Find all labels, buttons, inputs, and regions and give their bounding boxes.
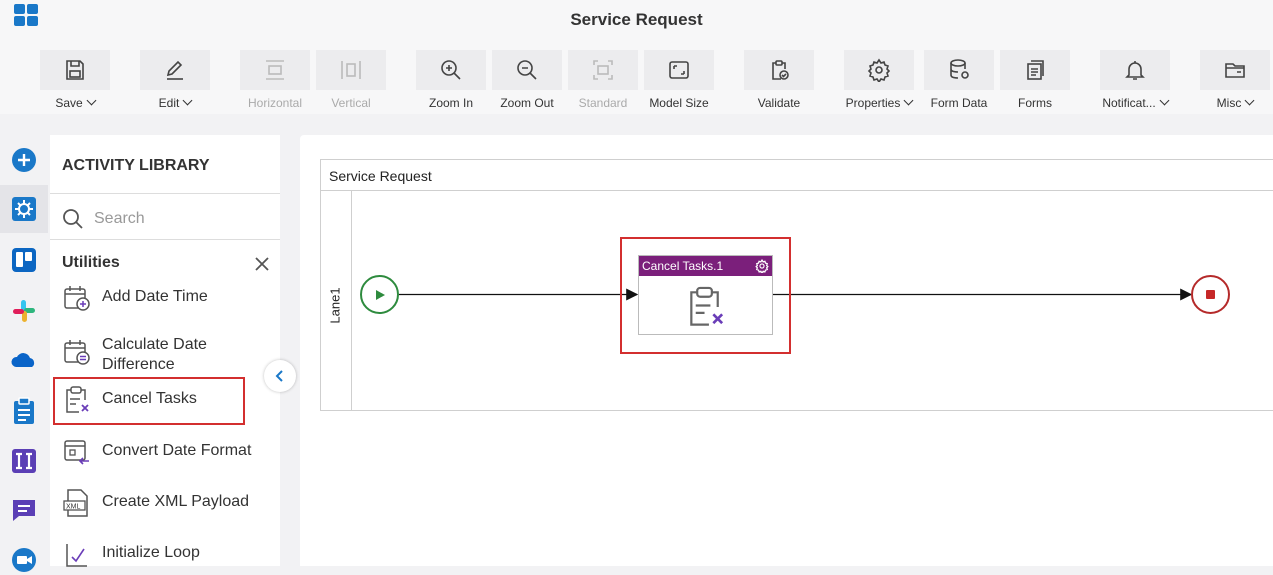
misc-button[interactable]: Misc: [1200, 50, 1270, 112]
chevron-down-icon: [903, 95, 914, 106]
close-icon[interactable]: [254, 256, 270, 272]
database-icon: [950, 59, 969, 79]
calendar-add-icon: [64, 286, 90, 311]
divider: [50, 193, 280, 194]
model-size-button[interactable]: Model Size: [644, 50, 714, 112]
horizontal-button[interactable]: Horizontal: [240, 50, 310, 112]
chevron-down-icon: [86, 95, 97, 106]
slack-icon[interactable]: [9, 296, 39, 326]
process-builder-icon[interactable]: [9, 194, 39, 224]
zoom-in-icon: [441, 60, 461, 80]
lane-label: Lane1: [327, 286, 343, 324]
chevron-down-icon: [1244, 95, 1255, 106]
cancel-tasks-activity[interactable]: Cancel Tasks.1: [638, 255, 773, 335]
horizontal-layout-icon: [266, 60, 284, 80]
form-data-label: Form Data: [930, 96, 988, 110]
collapse-panel-button[interactable]: [264, 360, 296, 392]
save-icon: [66, 60, 84, 80]
onedrive-icon[interactable]: [9, 345, 39, 375]
gear-icon: [867, 58, 891, 82]
integration-icon[interactable]: [9, 446, 39, 476]
clipboard-app-icon[interactable]: [9, 396, 39, 426]
properties-button[interactable]: Properties: [844, 50, 914, 112]
library-item-label: Create XML Payload: [102, 493, 250, 510]
bell-icon: [1125, 61, 1145, 80]
save-label: Save: [55, 96, 83, 110]
edit-button[interactable]: Edit: [140, 50, 210, 112]
toolbar: Save Edit Horizontal Vertical Zoom In Zo…: [0, 40, 1273, 114]
fit-screen-icon: [669, 61, 689, 79]
search-icon: [62, 208, 84, 235]
model-size-label: Model Size: [649, 96, 709, 110]
zoom-out-button[interactable]: Zoom Out: [492, 50, 562, 112]
zoom-out-label: Zoom Out: [500, 96, 554, 110]
folder-icon: [1225, 63, 1245, 78]
add-icon[interactable]: [9, 145, 39, 175]
zoom-out-icon: [517, 60, 537, 80]
library-item-label: Convert Date Format: [102, 442, 252, 459]
start-event[interactable]: [360, 275, 399, 314]
properties-label: Properties: [845, 96, 901, 110]
zoom-in-button[interactable]: Zoom In: [416, 50, 486, 112]
lane-divider: [351, 190, 352, 410]
library-item-create-xml-payload[interactable]: XML Create XML Payload: [50, 488, 280, 518]
xml-file-icon: XML: [63, 489, 88, 517]
stop-icon: [1206, 290, 1215, 299]
forms-icon: [1027, 60, 1044, 80]
standard-size-icon: [593, 60, 613, 80]
chat-icon[interactable]: [9, 495, 39, 525]
end-event[interactable]: [1191, 275, 1230, 314]
svg-text:XML: XML: [66, 504, 81, 511]
loop-icon: [66, 544, 87, 567]
notifications-button[interactable]: Notificat...: [1100, 50, 1170, 112]
forms-button[interactable]: Forms: [1000, 50, 1070, 112]
library-item-label: Initialize Loop: [102, 544, 200, 561]
play-icon: [375, 289, 385, 300]
library-item-label: Add Date Time: [102, 288, 208, 305]
pool-title: Service Request: [329, 168, 432, 184]
pool[interactable]: Service Request: [320, 159, 1273, 411]
save-button[interactable]: Save: [40, 50, 110, 112]
vertical-layout-icon: [341, 61, 361, 79]
trello-icon[interactable]: [9, 245, 39, 275]
forms-label: Forms: [1018, 96, 1052, 110]
clipboard-cancel-icon: [689, 286, 723, 326]
chevron-down-icon: [1159, 95, 1170, 106]
library-title: ACTIVITY LIBRARY: [62, 157, 210, 174]
vertical-button[interactable]: Vertical: [316, 50, 386, 112]
zoom-in-label: Zoom In: [428, 96, 473, 110]
task-title: Cancel Tasks.1: [642, 259, 724, 273]
library-item-initialize-loop[interactable]: Initialize Loop: [50, 539, 280, 569]
horizontal-label: Horizontal: [247, 96, 303, 110]
validate-icon: [772, 60, 789, 80]
validate-label: Validate: [757, 96, 801, 110]
standard-button[interactable]: Standard: [568, 50, 638, 112]
library-item-calculate-date-difference[interactable]: Calculate Date Difference: [50, 331, 280, 375]
pencil-icon: [166, 60, 183, 80]
edit-label: Edit: [158, 96, 180, 110]
library-item-convert-date-format[interactable]: Convert Date Format: [50, 437, 280, 467]
activity-library-panel: ACTIVITY LIBRARY Utilities Add Date Time…: [50, 135, 280, 569]
pool-divider: [321, 190, 1273, 191]
page-title: Service Request: [570, 10, 703, 29]
chevron-left-icon: [275, 370, 283, 382]
selection-highlight: [53, 377, 245, 425]
library-item-label: Calculate Date Difference: [102, 336, 207, 373]
category-title: Utilities: [62, 254, 120, 271]
standard-label: Standard: [578, 96, 628, 110]
library-item-add-date-time[interactable]: Add Date Time: [50, 283, 280, 313]
calendar-equals-icon: [64, 340, 90, 365]
video-icon[interactable]: [9, 545, 39, 575]
gear-icon[interactable]: [755, 259, 769, 273]
calendar-convert-icon: [64, 440, 89, 465]
vertical-label: Vertical: [331, 96, 371, 110]
top-bar: Service Request: [0, 0, 1273, 40]
chevron-down-icon: [182, 95, 193, 106]
form-data-button[interactable]: Form Data: [924, 50, 994, 112]
misc-label: Misc: [1216, 96, 1242, 110]
divider: [50, 239, 280, 240]
validate-button[interactable]: Validate: [744, 50, 814, 112]
search-input[interactable]: [94, 207, 264, 231]
notifications-label: Notificat...: [1102, 96, 1156, 110]
